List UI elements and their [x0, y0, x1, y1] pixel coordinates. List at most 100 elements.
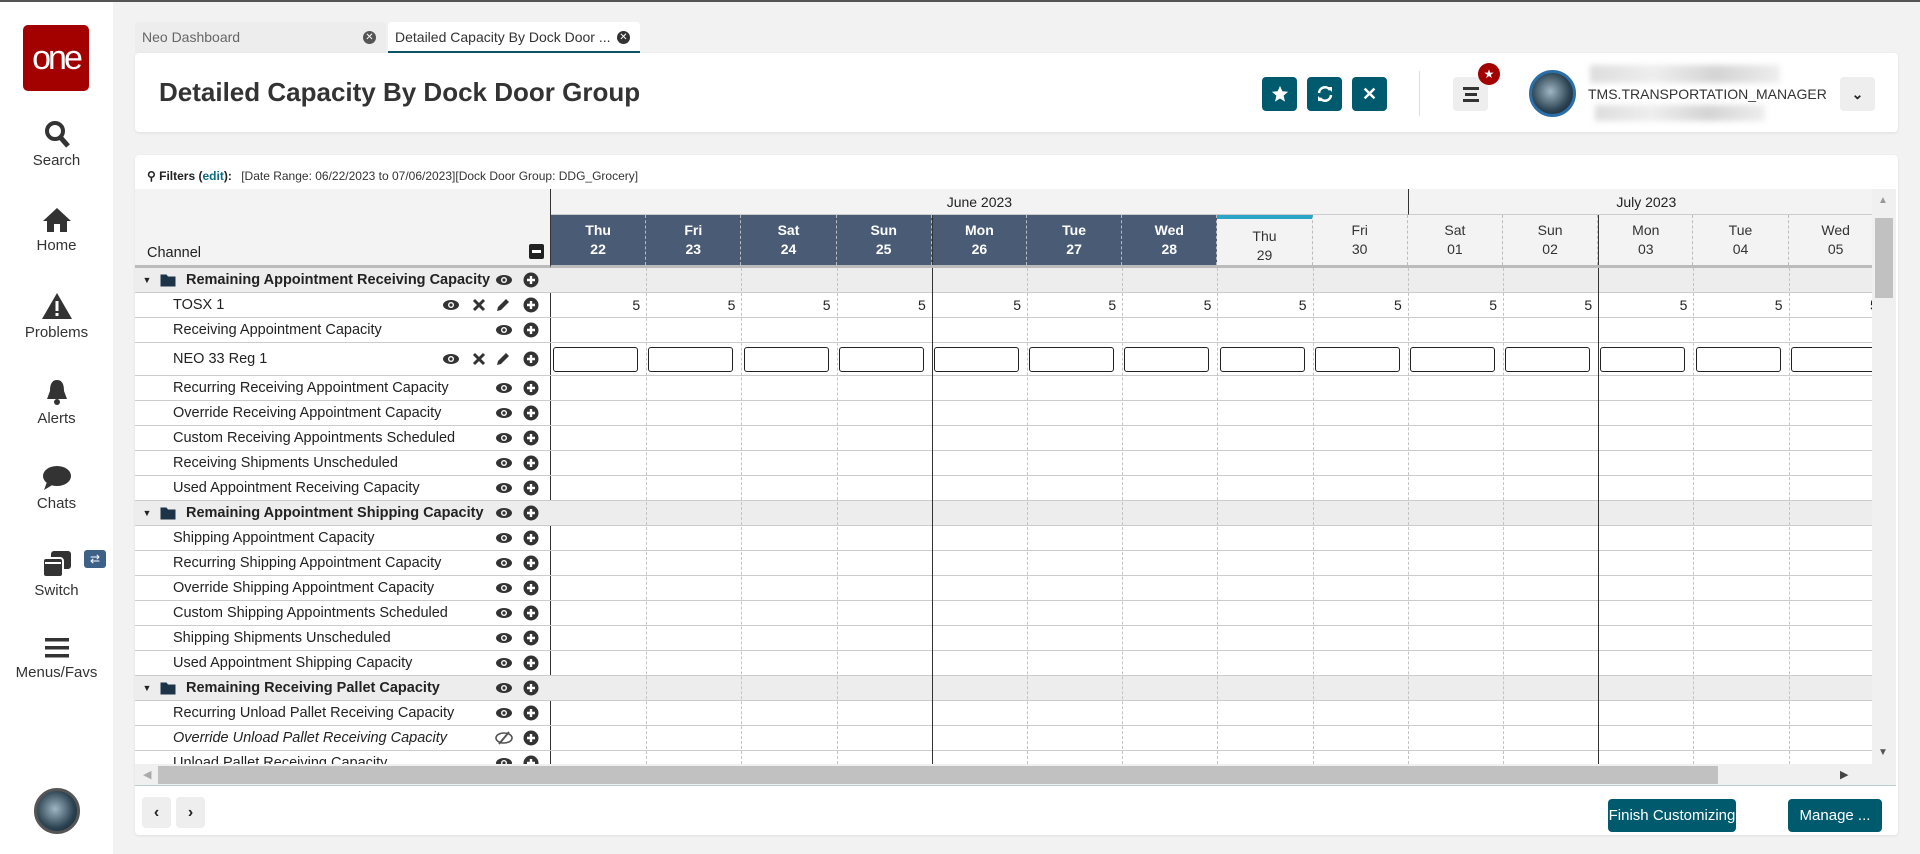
pencil-icon[interactable] [494, 351, 512, 367]
eye-icon[interactable] [495, 530, 513, 546]
day-header[interactable]: Mon 26 [931, 215, 1027, 265]
channel-row[interactable]: NEO 33 Reg 1 [135, 343, 551, 376]
grid-cell[interactable] [1789, 343, 1872, 375]
delete-icon[interactable] [470, 351, 488, 367]
channel-row[interactable]: Receiving Shipments Unscheduled [135, 451, 551, 476]
channel-row[interactable]: Shipping Shipments Unscheduled [135, 626, 551, 651]
plus-circle-icon[interactable] [522, 351, 540, 367]
caret-down-icon[interactable]: ▼ [143, 275, 152, 285]
grid-cell[interactable] [1598, 343, 1693, 375]
channel-row[interactable]: Shipping Appointment Capacity [135, 526, 551, 551]
plus-circle-icon[interactable] [522, 430, 540, 446]
tab-neo-dashboard[interactable]: Neo Dashboard ✕ [135, 22, 386, 53]
delete-icon[interactable] [470, 297, 488, 313]
grid-cell[interactable] [1313, 343, 1408, 375]
plus-circle-icon[interactable] [522, 730, 540, 746]
collapse-all-icon[interactable] [529, 244, 544, 259]
channel-row[interactable]: Override Receiving Appointment Capacity [135, 401, 551, 426]
eye-icon[interactable] [495, 605, 513, 621]
grid-cell[interactable] [551, 343, 646, 375]
grid-cell[interactable] [741, 343, 836, 375]
capacity-input[interactable] [1314, 346, 1400, 372]
eye-icon[interactable] [495, 580, 513, 596]
day-header[interactable]: Sat 01 [1407, 215, 1503, 265]
eye-icon[interactable] [442, 297, 460, 313]
filters-edit-link[interactable]: edit [203, 169, 224, 183]
scroll-up-icon[interactable]: ▲ [1878, 195, 1888, 206]
eye-icon[interactable] [495, 505, 513, 521]
eye-icon[interactable] [495, 455, 513, 471]
day-header[interactable]: Wed 28 [1122, 215, 1218, 265]
horizontal-scroll-thumb[interactable] [158, 766, 1718, 784]
refresh-button[interactable] [1307, 77, 1342, 111]
channel-row[interactable]: Override Shipping Appointment Capacity [135, 576, 551, 601]
channel-row[interactable]: Custom Receiving Appointments Scheduled [135, 426, 551, 451]
capacity-input[interactable] [1409, 346, 1495, 372]
capacity-input[interactable] [1505, 346, 1591, 372]
grid-cell[interactable] [932, 343, 1027, 375]
plus-circle-icon[interactable] [522, 630, 540, 646]
group-row[interactable]: ▼ Remaining Appointment Shipping Capacity [135, 501, 551, 526]
sidebar-item-search[interactable]: Search [0, 120, 113, 169]
capacity-input[interactable] [1600, 346, 1686, 372]
eye-icon[interactable] [495, 655, 513, 671]
vertical-scroll-thumb[interactable] [1875, 218, 1893, 298]
grid-cell[interactable] [1408, 343, 1503, 375]
eye-icon[interactable] [495, 680, 513, 696]
tab-detailed-capacity[interactable]: Detailed Capacity By Dock Door ... ✕ [388, 22, 640, 53]
day-header[interactable]: Wed 05 [1788, 215, 1872, 265]
plus-circle-icon[interactable] [522, 380, 540, 396]
capacity-input[interactable] [838, 346, 924, 372]
plus-circle-icon[interactable] [522, 455, 540, 471]
grid-cell[interactable] [1122, 343, 1217, 375]
day-header[interactable]: Sun 02 [1503, 215, 1599, 265]
close-tab-icon[interactable]: ✕ [363, 31, 376, 44]
switch-arrows-icon[interactable]: ⇄ [84, 550, 106, 568]
plus-circle-icon[interactable] [522, 480, 540, 496]
sidebar-item-chats[interactable]: Chats [0, 465, 113, 512]
sidebar-item-problems[interactable]: Problems [0, 292, 113, 341]
eye-icon[interactable] [495, 480, 513, 496]
plus-circle-icon[interactable] [522, 530, 540, 546]
scroll-left-icon[interactable]: ◀ [143, 768, 151, 781]
day-header[interactable]: Tue 27 [1027, 215, 1123, 265]
grid-cell[interactable] [1693, 343, 1788, 375]
group-row[interactable]: ▼ Remaining Receiving Pallet Capacity [135, 676, 551, 701]
eye-icon[interactable] [495, 380, 513, 396]
eye-icon[interactable] [495, 755, 513, 764]
manage-button[interactable]: Manage ... [1788, 799, 1882, 832]
grid-cell[interactable] [837, 343, 932, 375]
day-header[interactable]: Thu 22 [551, 215, 647, 265]
user-dropdown-button[interactable]: ⌄ [1840, 77, 1875, 111]
eye-icon[interactable] [495, 405, 513, 421]
plus-circle-icon[interactable] [522, 555, 540, 571]
user-avatar[interactable] [34, 788, 80, 834]
plus-circle-icon[interactable] [522, 680, 540, 696]
eye-icon[interactable] [495, 705, 513, 721]
capacity-input[interactable] [553, 346, 639, 372]
previous-button[interactable]: ‹ [142, 797, 171, 828]
grid-cell[interactable] [646, 343, 741, 375]
plus-circle-icon[interactable] [522, 322, 540, 338]
eye-icon[interactable] [495, 322, 513, 338]
plus-circle-icon[interactable] [522, 505, 540, 521]
one-logo[interactable]: one [23, 25, 89, 91]
favorite-button[interactable] [1262, 77, 1297, 111]
day-header[interactable]: Mon 03 [1598, 215, 1694, 265]
capacity-input[interactable] [1124, 346, 1210, 372]
sidebar-item-menus[interactable]: Menus/Favs [0, 636, 113, 681]
day-header[interactable]: Thu 29 [1217, 215, 1313, 265]
day-header[interactable]: Fri 23 [646, 215, 742, 265]
plus-circle-icon[interactable] [522, 655, 540, 671]
capacity-input[interactable] [1219, 346, 1305, 372]
day-header[interactable]: Sun 25 [836, 215, 932, 265]
plus-circle-icon[interactable] [522, 605, 540, 621]
group-row[interactable]: ▼ Remaining Appointment Receiving Capacit… [135, 268, 551, 293]
plus-circle-icon[interactable] [522, 297, 540, 313]
channel-row[interactable]: TOSX 1 [135, 293, 551, 318]
channel-row[interactable]: Used Appointment Shipping Capacity [135, 651, 551, 676]
channel-row[interactable]: Recurring Shipping Appointment Capacity [135, 551, 551, 576]
capacity-input[interactable] [933, 346, 1019, 372]
scroll-right-icon[interactable]: ▶ [1840, 768, 1848, 781]
caret-down-icon[interactable]: ▼ [143, 508, 152, 518]
